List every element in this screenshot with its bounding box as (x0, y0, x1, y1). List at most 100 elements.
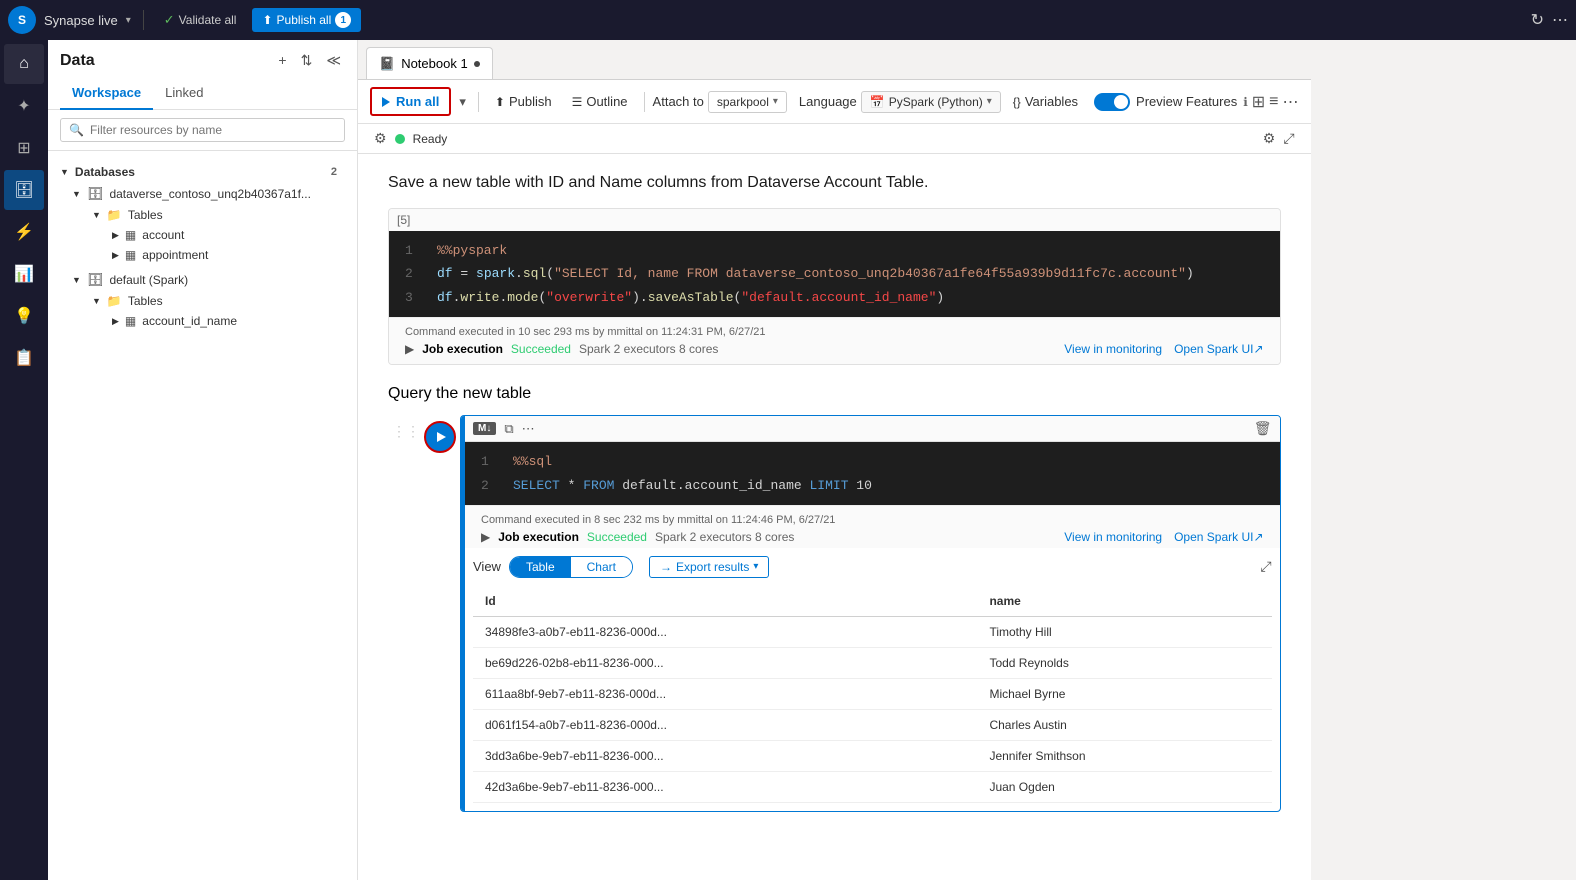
outline-label: Outline (586, 94, 627, 109)
run-all-btn[interactable]: Run all (370, 87, 451, 116)
search-icon: 🔍 (69, 123, 84, 137)
nav-icon-1[interactable]: ✦ (4, 86, 44, 126)
more-icon[interactable]: ⋯ (1552, 10, 1568, 30)
outline-btn[interactable]: ☰ Outline (564, 90, 636, 113)
home-icon[interactable]: ⌂ (4, 44, 44, 84)
section1-title: Save a new table with ID and Name column… (388, 174, 1281, 192)
zoom-icon[interactable]: ⤢ (1283, 130, 1294, 147)
notebook-tab-name: Notebook 1 (401, 56, 468, 71)
cell-id: 42d3a6be-9eb7-eb11-8236-000... (473, 771, 977, 802)
view-chart-btn[interactable]: Chart (571, 557, 632, 577)
col-id-header: Id (473, 586, 977, 617)
add-icon[interactable]: + (274, 50, 290, 71)
folder-icon: 📁 (107, 208, 122, 222)
publish-btn[interactable]: ⬆ Publish (487, 90, 560, 113)
drag-handle-icon[interactable]: ⋮⋮ (392, 423, 420, 440)
cell1-meta: Command executed in 10 sec 293 ms by mmi… (405, 326, 1264, 338)
nav-icon-3[interactable]: ⚡ (4, 212, 44, 252)
databases-header[interactable]: ▼ Databases 2 (60, 161, 345, 183)
language-value: PySpark (Python) (889, 95, 983, 109)
view-table-btn[interactable]: Table (510, 557, 571, 577)
grid-icon[interactable]: ⊞ (1252, 92, 1265, 112)
tab-workspace[interactable]: Workspace (60, 77, 153, 110)
db2-tables-folder[interactable]: ▼ 📁 Tables (92, 291, 345, 311)
cell1-status: Succeeded (511, 342, 571, 356)
nav-icon-6[interactable]: 📋 (4, 338, 44, 378)
table-row: 42d3a6be-9eb7-eb11-8236-000...Juan Ogden (473, 771, 1272, 802)
settings2-icon[interactable]: ⚙ (1263, 130, 1276, 147)
db2-table1-expand: ▶ (112, 316, 119, 327)
table2-expand-icon: ▶ (112, 250, 119, 261)
export-results-btn[interactable]: → Export results ▾ (649, 556, 769, 578)
db1-table1-item[interactable]: ▶ ▦ account (112, 225, 345, 245)
publish-icon: ⬆ (262, 13, 272, 27)
search-input[interactable] (90, 123, 336, 137)
sidebar-panel: Data + ⇅ ≪ Workspace Linked 🔍 (48, 40, 358, 880)
nav-icon-data[interactable]: 🗄 (4, 170, 44, 210)
toggle-knob (1114, 95, 1128, 109)
sparkpool-select[interactable]: sparkpool ▾ (708, 91, 787, 113)
more-cell-icon[interactable]: ⋯ (522, 421, 535, 437)
cell2-spark-info: Spark 2 executors 8 cores (655, 530, 794, 544)
table-row: d061f154-a0b7-eb11-8236-000d...Charles A… (473, 709, 1272, 740)
collapse-icon[interactable]: ≪ (322, 50, 345, 71)
tab-linked[interactable]: Linked (153, 77, 215, 110)
settings-icon[interactable]: ⚙ (374, 130, 387, 147)
dropdown-chevron-icon[interactable]: ▾ (455, 94, 470, 110)
cell2-toolbar: M↓ ⧉ ⋯ 🗑 (465, 416, 1280, 442)
db1-tables-label: Tables (128, 208, 163, 222)
expand-table-icon[interactable]: ⤢ (1260, 558, 1271, 575)
nav-icon-5[interactable]: 💡 (4, 296, 44, 336)
cell1-open-spark-link[interactable]: Open Spark UI↗ (1174, 342, 1263, 356)
table-row: 34898fe3-a0b7-eb11-8236-000d...Timothy H… (473, 616, 1272, 647)
db-icon: 🗄 (87, 186, 104, 202)
variables-label: Variables (1025, 94, 1078, 109)
cell2-open-spark-link[interactable]: Open Spark UI↗ (1174, 530, 1263, 544)
variables-icon: {} (1013, 95, 1021, 109)
cell-name: Michael Byrne (977, 678, 1271, 709)
db1-name: dataverse_contoso_unq2b40367a1f... (109, 187, 311, 201)
results-area: View Table Chart (465, 548, 1280, 811)
status-bar: ⚙ Ready ⚙ ⤢ (358, 124, 1311, 154)
cell2-play-icon (437, 432, 446, 442)
cell1-expand-icon[interactable]: ▶ (405, 342, 414, 356)
refresh-icon[interactable]: ↻ (1531, 10, 1544, 30)
table-view-icon[interactable]: ≡ (1269, 93, 1278, 111)
sparkpool-chevron-icon: ▾ (773, 96, 778, 107)
toolbar-right-icons: ⊞ ≡ ⋯ (1252, 92, 1299, 112)
table-expand-icon: ▶ (112, 230, 119, 241)
db2-item[interactable]: ▼ 🗄 default (Spark) (72, 269, 345, 291)
publish-all-btn[interactable]: ⬆ Publish all 1 (252, 8, 361, 32)
language-select[interactable]: 📅 PySpark (Python) ▾ (861, 91, 1001, 113)
databases-chevron: ▼ (60, 167, 69, 177)
db2-table1-item[interactable]: ▶ ▦ account_id_name (112, 311, 345, 331)
validate-all-btn[interactable]: ✓ Validate all (156, 8, 245, 32)
notebook-tab[interactable]: 📓 Notebook 1 (366, 47, 493, 79)
cell2-job-label: Job execution (498, 530, 579, 544)
cell2-view-monitoring-link[interactable]: View in monitoring (1064, 530, 1162, 544)
delete-cell-icon[interactable]: 🗑 (1254, 420, 1272, 437)
cell2-run-btn[interactable] (424, 421, 456, 453)
status-dot (395, 134, 405, 144)
view-toggle-group: Table Chart (509, 556, 633, 578)
db1-tables-folder[interactable]: ▼ 📁 Tables (92, 205, 345, 225)
cell1-view-monitoring-link[interactable]: View in monitoring (1064, 342, 1162, 356)
cell-name: Juan Ogden (977, 771, 1271, 802)
copy-cell-icon[interactable]: ⧉ (504, 421, 513, 437)
cell-id: 34898fe3-a0b7-eb11-8236-000d... (473, 616, 977, 647)
table2-icon: ▦ (125, 248, 136, 262)
language-chevron-icon: ▾ (987, 96, 992, 107)
sort-icon[interactable]: ⇅ (297, 50, 317, 71)
variables-btn[interactable]: {} Variables (1005, 90, 1086, 113)
nav-icon-2[interactable]: ⊞ (4, 128, 44, 168)
db2-folder-chevron: ▼ (92, 296, 101, 306)
db1-item[interactable]: ▼ 🗄 dataverse_contoso_unq2b40367a1f... (72, 183, 345, 205)
cell2-expand-icon[interactable]: ▶ (481, 530, 490, 544)
publish-toolbar-icon: ⬆ (495, 95, 505, 109)
nav-icon-4[interactable]: 📊 (4, 254, 44, 294)
preview-toggle[interactable] (1094, 93, 1130, 111)
more-notebook-icon[interactable]: ⋯ (1283, 92, 1299, 112)
databases-count: 2 (331, 166, 345, 178)
cell2-code-body: 1%%sql 2SELECT * FROM default.account_id… (465, 442, 1280, 505)
db1-table2-item[interactable]: ▶ ▦ appointment (112, 245, 345, 265)
